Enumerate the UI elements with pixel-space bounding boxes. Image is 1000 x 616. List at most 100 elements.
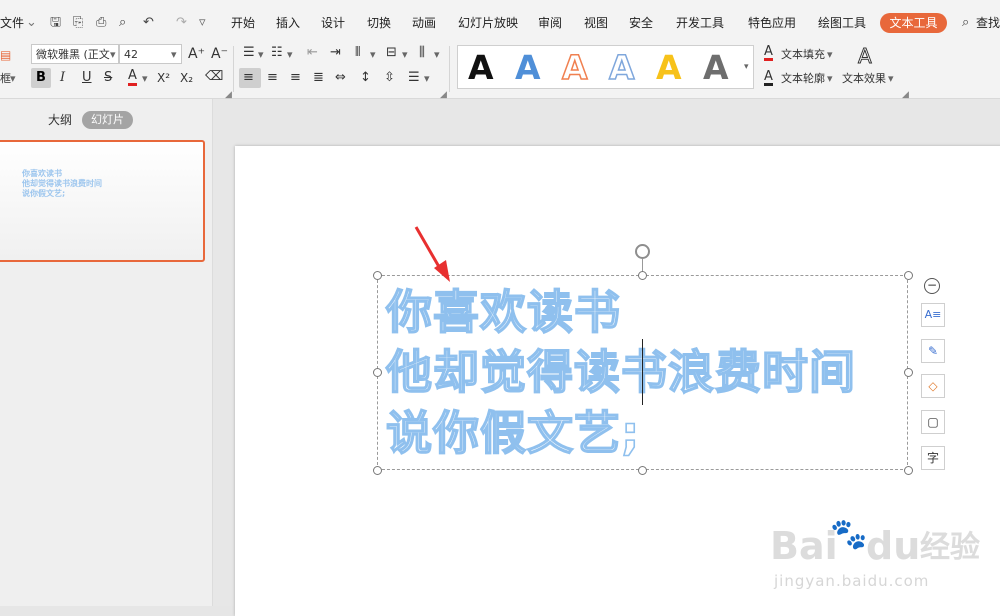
font-name-dropdown-icon[interactable]: ▾ [110,48,116,62]
tab-features[interactable]: 特色应用 [748,16,796,30]
border-tool-icon[interactable]: ▢ [921,410,945,434]
text-fill-icon[interactable]: A [764,45,773,61]
text-fill-button[interactable]: 文本填充 [781,48,825,62]
file-dropdown-icon[interactable]: ⌄ [26,15,37,31]
text-outline-icon[interactable]: A [764,70,773,86]
columns-dropdown-icon[interactable]: ▾ [434,48,440,62]
tab-outline[interactable]: 大纲 [48,113,72,127]
resize-handle-top-right[interactable] [904,271,913,280]
file-menu[interactable]: 文件 [0,16,24,30]
strikethrough-button[interactable]: S [104,70,112,86]
font-color-button[interactable]: A [128,69,137,86]
text-direction-dropdown-icon[interactable]: ▾ [370,48,376,62]
increase-indent-icon[interactable]: ⇥ [330,45,341,61]
text-effects-dropdown-icon[interactable]: ▾ [888,72,894,86]
undo-icon[interactable]: ↶ [143,15,154,31]
text-style-tool-icon[interactable]: A≡ [921,303,945,327]
superscript-button[interactable]: X² [157,70,170,86]
save-icon[interactable]: 🖫 [50,15,61,31]
tab-developer[interactable]: 开发工具 [676,16,724,30]
print-preview-icon[interactable]: ⌕ [119,15,126,31]
text-effects-icon[interactable]: A [858,45,873,68]
paragraph-more-dropdown-icon[interactable]: ▾ [424,72,430,86]
slide-thumbnail[interactable]: 你喜欢读书 他却觉得读书浪费时间 说你假文艺; [0,140,205,262]
text-effects-button[interactable]: 文本效果 [842,72,886,86]
font-name-select[interactable]: 微软雅黑 (正文 [31,44,119,64]
redo-icon[interactable]: ↷ [176,15,187,31]
clear-format-icon[interactable]: ⌫ [205,69,223,85]
tab-slides[interactable]: 幻灯片 [82,111,133,129]
ribbon-separator [233,46,234,92]
line-spacing-icon[interactable]: ↕ [360,70,371,86]
align-text-dropdown-icon[interactable]: ▾ [402,48,408,62]
italic-button[interactable]: I [60,70,65,86]
distribute-icon[interactable]: ⇔ [335,70,346,86]
paragraph-more-icon[interactable]: ☰ [408,70,420,86]
numbered-list-icon[interactable]: ☷ [271,45,283,61]
font-size-value: 42 [124,48,138,61]
resize-handle-top-left[interactable] [373,271,382,280]
wordart-style-gray[interactable]: A [703,48,729,88]
wordart-style-blue[interactable]: A [515,48,541,88]
resize-handle-left[interactable] [373,368,382,377]
brush-tool-icon[interactable]: ✎ [921,339,945,363]
font-color-dropdown-icon[interactable]: ▾ [142,72,148,86]
tab-insert[interactable]: 插入 [276,16,300,30]
wordart-style-blue-outline[interactable]: A [608,47,635,88]
paragraph-spacing-icon[interactable]: ⇳ [384,70,395,86]
resize-handle-right[interactable] [904,368,913,377]
font-size-dropdown-icon[interactable]: ▾ [171,48,177,62]
tab-transition[interactable]: 切换 [367,16,391,30]
resize-handle-top[interactable] [638,271,647,280]
tab-text-tools[interactable]: 文本工具 [880,13,947,33]
tab-security[interactable]: 安全 [629,16,653,30]
collapse-tools-button[interactable]: − [924,278,940,294]
align-text-icon[interactable]: ⊟ [386,45,397,61]
tab-design[interactable]: 设计 [321,16,345,30]
watermark-brand: Bai [770,524,838,568]
slide-text-line-2[interactable]: 他却觉得读书浪费时间 [385,344,856,400]
tab-drawing-tools[interactable]: 绘图工具 [818,16,866,30]
text-direction-icon[interactable]: ⫴ [355,45,360,61]
quick-access-more-icon[interactable]: ▿ [199,15,206,31]
clip-dropdown-icon[interactable]: ▾ [10,72,16,86]
gallery-more-icon[interactable]: ▾ [744,60,749,74]
rotate-handle-icon[interactable] [635,244,650,259]
number-dropdown-icon[interactable]: ▾ [287,48,293,62]
text-outline-dropdown-icon[interactable]: ▾ [827,72,833,86]
print-icon[interactable]: ⎙ [96,15,106,31]
subscript-button[interactable]: X₂ [180,70,193,86]
bullet-list-icon[interactable]: ☰ [243,45,255,61]
search-icon[interactable]: ⌕ [962,15,969,31]
format-painter-icon[interactable]: ⎘ [73,15,83,31]
grow-font-icon[interactable]: A⁺ [188,46,205,62]
bold-button[interactable]: B [31,68,51,88]
resize-handle-bottom-left[interactable] [373,466,382,475]
wordart-style-yellow[interactable]: A [656,48,682,88]
tab-review[interactable]: 审阅 [538,16,562,30]
slide-text-line-3[interactable]: 说你假文艺; [385,405,640,461]
tab-view[interactable]: 视图 [584,16,608,30]
char-tool-icon[interactable]: 字 [921,446,945,470]
bullet-dropdown-icon[interactable]: ▾ [258,48,264,62]
underline-button[interactable]: U [82,70,92,86]
wordart-style-orange-outline[interactable]: A [561,47,588,88]
columns-icon[interactable]: ⫼ [419,45,425,61]
justify-icon[interactable]: ≣ [313,70,324,86]
fill-tool-icon[interactable]: ◇ [921,374,945,398]
shrink-font-icon[interactable]: A⁻ [211,46,228,62]
resize-handle-bottom-right[interactable] [904,466,913,475]
resize-handle-bottom[interactable] [638,466,647,475]
tab-slideshow[interactable]: 幻灯片放映 [458,16,518,30]
align-center-icon[interactable]: ≡ [267,70,278,86]
search-label[interactable]: 查找 [976,16,1000,30]
clipboard-icon[interactable]: ▤ [0,47,11,63]
text-fill-dropdown-icon[interactable]: ▾ [827,48,833,62]
decrease-indent-icon[interactable]: ⇤ [307,45,318,61]
slide-text-line-1[interactable]: 你喜欢读书 [385,284,621,340]
tab-animation[interactable]: 动画 [412,16,436,30]
wordart-style-black[interactable]: A [468,48,494,88]
align-right-icon[interactable]: ≡ [290,70,301,86]
tab-home[interactable]: 开始 [231,16,255,30]
text-outline-button[interactable]: 文本轮廓 [781,72,825,86]
